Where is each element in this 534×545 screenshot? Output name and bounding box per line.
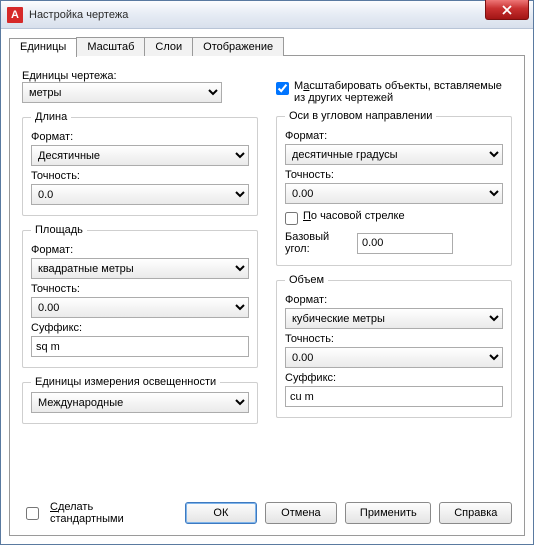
area-suffix-label: Суффикс: xyxy=(31,322,249,334)
area-group: Площадь Формат: квадратные метры Точност… xyxy=(22,224,258,368)
lighting-legend: Единицы измерения освещенности xyxy=(31,376,220,388)
tab-display[interactable]: Отображение xyxy=(192,37,284,56)
ok-button[interactable]: ОК xyxy=(185,502,257,524)
titlebar: A Настройка чертежа xyxy=(1,1,533,29)
length-format-label: Формат: xyxy=(31,131,249,143)
area-format-label: Формат: xyxy=(31,244,249,256)
help-button[interactable]: Справка xyxy=(439,502,512,524)
length-group: Длина Формат: Десятичные Точность: 0.0 xyxy=(22,111,258,216)
volume-suffix-label: Суффикс: xyxy=(285,372,503,384)
volume-precision-label: Точность: xyxy=(285,333,503,345)
volume-group: Объем Формат: кубические метры Точность:… xyxy=(276,274,512,418)
apply-button[interactable]: Применить xyxy=(345,502,431,524)
area-format-select[interactable]: квадратные метры xyxy=(31,258,249,279)
tab-panel-units: Единицы чертежа: метры Длина Формат: Дес… xyxy=(9,55,525,536)
area-precision-select[interactable]: 0.00 xyxy=(31,297,249,318)
make-default-checkbox[interactable] xyxy=(26,507,39,520)
axis-format-select[interactable]: десятичные градусы xyxy=(285,144,503,165)
volume-format-label: Формат: xyxy=(285,294,503,306)
volume-suffix-input[interactable] xyxy=(285,386,503,407)
axis-precision-select[interactable]: 0.00 xyxy=(285,183,503,204)
axis-precision-label: Точность: xyxy=(285,169,503,181)
length-precision-label: Точность: xyxy=(31,170,249,182)
drawing-units-label: Единицы чертежа: xyxy=(22,70,258,82)
area-legend: Площадь xyxy=(31,224,87,236)
close-icon xyxy=(502,5,512,15)
make-default-label: Сделать стандартными xyxy=(50,501,169,525)
axis-format-label: Формат: xyxy=(285,130,503,142)
base-angle-label: Базовый угол: xyxy=(285,231,349,255)
scale-objects-checkbox[interactable] xyxy=(276,82,289,95)
clockwise-label: По часовой стрелке xyxy=(303,210,405,222)
lighting-select[interactable]: Международные xyxy=(31,392,249,413)
tab-scale[interactable]: Масштаб xyxy=(76,37,145,56)
scale-objects-label: Масштабировать объекты, вставляемые из д… xyxy=(294,80,512,104)
area-precision-label: Точность: xyxy=(31,283,249,295)
axis-group: Оси в угловом направлении Формат: десяти… xyxy=(276,110,512,266)
tab-units[interactable]: Единицы xyxy=(9,38,77,57)
volume-format-select[interactable]: кубические метры xyxy=(285,308,503,329)
left-column: Единицы чертежа: метры Длина Формат: Дес… xyxy=(22,66,258,430)
area-suffix-input[interactable] xyxy=(31,336,249,357)
volume-legend: Объем xyxy=(285,274,328,286)
window-title: Настройка чертежа xyxy=(29,9,128,21)
clockwise-checkbox[interactable] xyxy=(285,212,298,225)
volume-precision-select[interactable]: 0.00 xyxy=(285,347,503,368)
drawing-units-select[interactable]: метры xyxy=(22,82,222,103)
length-format-select[interactable]: Десятичные xyxy=(31,145,249,166)
cancel-button[interactable]: Отмена xyxy=(265,502,337,524)
footer: Сделать стандартными ОК Отмена Применить… xyxy=(22,493,512,525)
tab-layers[interactable]: Слои xyxy=(144,37,193,56)
tab-strip: Единицы Масштаб Слои Отображение xyxy=(9,37,525,56)
axis-legend: Оси в угловом направлении xyxy=(285,110,436,122)
length-precision-select[interactable]: 0.0 xyxy=(31,184,249,205)
close-button[interactable] xyxy=(485,0,529,20)
app-icon: A xyxy=(7,7,23,23)
lighting-group: Единицы измерения освещенности Междунаро… xyxy=(22,376,258,424)
right-column: Масштабировать объекты, вставляемые из д… xyxy=(276,66,512,430)
length-legend: Длина xyxy=(31,111,71,123)
dialog-content: Единицы Масштаб Слои Отображение Единицы… xyxy=(1,29,533,544)
base-angle-input[interactable] xyxy=(357,233,453,254)
